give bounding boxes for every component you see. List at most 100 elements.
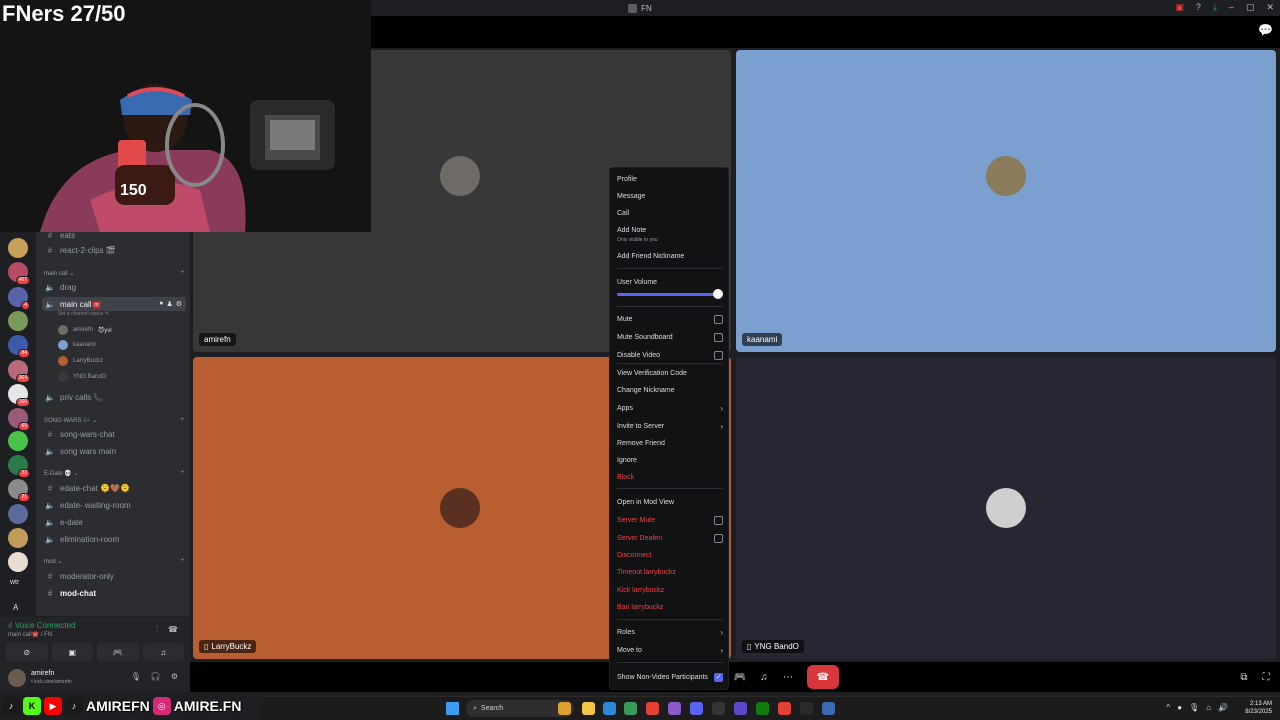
chat-icon[interactable]: ●: [159, 300, 163, 308]
activities-button[interactable]: 🎮: [97, 643, 139, 661]
app-icon[interactable]: [712, 702, 725, 715]
minimize-button[interactable]: –: [1229, 2, 1234, 13]
channel-priv-calls[interactable]: 🔈 priv calls 📞: [42, 390, 186, 404]
menu-item-remove-friend[interactable]: Remove Friend: [617, 437, 723, 449]
channel-song-wars-chat[interactable]: # song-wars-chat: [42, 427, 186, 441]
channel-elimination-room[interactable]: 🔈 elimination-room: [42, 532, 186, 546]
menu-item-mute-soundboard[interactable]: Mute Soundboard: [617, 331, 723, 343]
voice-location[interactable]: main call☎️ / FN: [8, 631, 52, 638]
channel-drag[interactable]: 🔈 drag: [42, 280, 186, 294]
voice-member[interactable]: YNG BandO: [58, 371, 106, 383]
edge-icon[interactable]: [603, 702, 616, 715]
noise-suppression-icon[interactable]: ⫶: [156, 625, 158, 635]
menu-item-block[interactable]: Block: [617, 471, 723, 483]
server-mute-checkbox[interactable]: [714, 515, 723, 525]
category-edate[interactable]: E-Date 💀 ⌄ +: [44, 470, 184, 477]
xbox-icon[interactable]: [756, 702, 769, 715]
menu-item-open-in-mod-view[interactable]: Open in Mod View: [617, 496, 723, 508]
video-tile-kaanami[interactable]: kaanami: [736, 50, 1276, 352]
leave-call-button[interactable]: ☎: [807, 665, 839, 689]
help-icon[interactable]: ?: [1196, 2, 1201, 13]
avatar[interactable]: [8, 669, 26, 687]
menu-item-add-note[interactable]: Add Note: [617, 224, 723, 236]
app-icon[interactable]: [624, 702, 637, 715]
server-icon[interactable]: [8, 504, 28, 524]
show-non-video-checkbox[interactable]: ✓: [714, 672, 723, 682]
voice-status[interactable]: ıl Voice Connected: [8, 621, 76, 630]
channel-main-call[interactable]: 🔈 main call☎️ ● ♟ ⚙: [42, 297, 186, 311]
headphones-icon[interactable]: 🎧: [151, 672, 161, 681]
server-icon[interactable]: 467: [8, 262, 30, 285]
app-icon[interactable]: [734, 702, 747, 715]
soundboard-button[interactable]: ♫: [142, 643, 184, 661]
menu-item-ignore[interactable]: Ignore: [617, 454, 723, 466]
menu-item-roles[interactable]: Roles ›: [617, 626, 723, 638]
invite-icon[interactable]: ♟: [166, 300, 172, 308]
channel-song-wars-main[interactable]: 🔈 song wars main: [42, 444, 186, 458]
menu-item-invite-to-server[interactable]: Invite to Server ›: [617, 420, 723, 432]
server-icon[interactable]: [8, 552, 28, 572]
voice-member[interactable]: amirefn 😈yvl: [58, 324, 112, 336]
disable-video-checkbox[interactable]: [714, 350, 723, 360]
chevron-up-icon[interactable]: ^: [1166, 703, 1170, 712]
menu-item-show-non-video[interactable]: Show Non-Video Participants ✓: [617, 671, 723, 683]
discord-icon[interactable]: [690, 702, 703, 715]
activities-button[interactable]: 🎮: [731, 668, 749, 686]
menu-item-profile[interactable]: Profile: [617, 173, 723, 185]
menu-item-move-to[interactable]: Move to ›: [617, 644, 723, 656]
chrome-icon[interactable]: [646, 702, 659, 715]
user-volume-slider[interactable]: [617, 293, 721, 296]
channel-edate-waiting-room[interactable]: 🔈 edate- waiting-room: [42, 498, 186, 512]
menu-item-apps[interactable]: Apps ›: [617, 402, 723, 414]
widgets-icon[interactable]: [558, 702, 571, 715]
server-icon[interactable]: 69: [8, 408, 30, 431]
maximize-button[interactable]: ▢: [1246, 2, 1255, 13]
close-button[interactable]: ✕: [1266, 2, 1274, 13]
server-icon[interactable]: 4: [8, 287, 30, 310]
popout-button[interactable]: ⧉: [1235, 668, 1253, 686]
server-icon[interactable]: 32: [8, 455, 30, 478]
server-icon[interactable]: [8, 238, 28, 258]
channel-status[interactable]: Set a channel status ✎: [58, 311, 109, 317]
menu-item-mute[interactable]: Mute: [617, 313, 723, 325]
settings-icon[interactable]: [822, 702, 835, 715]
disconnect-icon[interactable]: ☎: [168, 625, 178, 635]
add-channel-icon[interactable]: +: [180, 270, 184, 277]
video-tile-yng-bando[interactable]: ▯ YNG BandO: [736, 357, 1276, 659]
soundboard-button[interactable]: ♫: [755, 668, 773, 686]
server-deafen-checkbox[interactable]: [714, 533, 723, 543]
fullscreen-button[interactable]: ⛶: [1257, 668, 1275, 686]
channel-mod-chat[interactable]: # mod-chat: [42, 586, 186, 600]
category-mod[interactable]: mod ⌄ +: [44, 558, 184, 565]
menu-item-add-friend-nickname[interactable]: Add Friend Nickname: [617, 250, 723, 262]
menu-item-disable-video[interactable]: Disable Video: [617, 349, 723, 361]
add-channel-icon[interactable]: +: [180, 417, 184, 424]
voice-member[interactable]: LarryBuckz: [58, 355, 103, 367]
server-icon[interactable]: 84: [8, 335, 30, 358]
screen-share-icon[interactable]: ▣: [1175, 2, 1184, 13]
app-tray-icon[interactable]: ●: [1177, 703, 1182, 712]
menu-item-ban[interactable]: Ban larrybuckz: [617, 601, 723, 613]
more-options-button[interactable]: ⋯: [779, 668, 797, 686]
app-icon[interactable]: [668, 702, 681, 715]
chrome-icon[interactable]: [778, 702, 791, 715]
server-icon[interactable]: [8, 528, 28, 548]
clock[interactable]: 2:13 AM 8/23/2025: [1245, 700, 1272, 716]
menu-item-message[interactable]: Message: [617, 190, 723, 202]
channel-e-date[interactable]: 🔈 e-date: [42, 515, 186, 529]
mute-soundboard-checkbox[interactable]: [714, 332, 723, 342]
menu-item-view-verification-code[interactable]: View Verification Code: [617, 367, 723, 379]
windows-start-button[interactable]: [446, 702, 459, 715]
mute-checkbox[interactable]: [714, 314, 723, 324]
server-icon[interactable]: 160: [8, 384, 30, 407]
channel-react-2-clips[interactable]: # react-2-clips 🎬: [42, 243, 186, 257]
screen-share-button[interactable]: ▣: [51, 643, 93, 661]
menu-item-server-mute[interactable]: Server Mute: [617, 514, 723, 526]
menu-item-change-nickname[interactable]: Change Nickname: [617, 384, 723, 396]
chat-icon[interactable]: 💬: [1258, 23, 1273, 37]
server-folder-label[interactable]: wtr: [10, 579, 19, 586]
obs-icon[interactable]: [800, 702, 813, 715]
menu-item-server-deafen[interactable]: Server Deafen: [617, 532, 723, 544]
channel-moderator-only[interactable]: # moderator-only: [42, 569, 186, 583]
server-icon[interactable]: 21: [8, 479, 30, 502]
